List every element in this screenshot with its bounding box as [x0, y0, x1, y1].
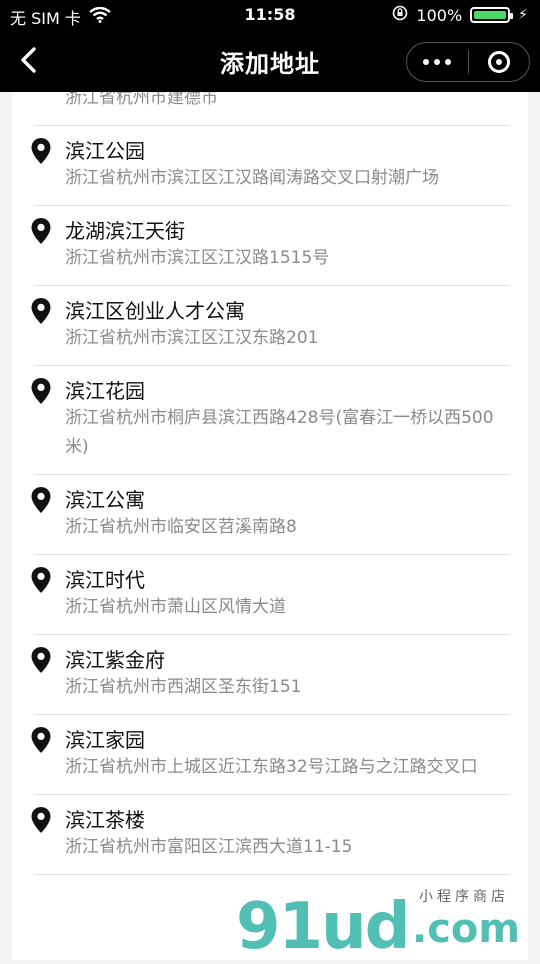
location-pin-icon	[30, 486, 52, 514]
orientation-lock-icon	[392, 5, 408, 25]
location-pin-icon	[30, 377, 52, 405]
more-dots-icon	[423, 59, 452, 65]
place-address: 浙江省杭州市临安区苕溪南路8	[65, 517, 297, 537]
place-name: 滨江区创业人才公寓	[65, 299, 245, 323]
status-bar: 无 SIM 卡 11:58 100% ⚡	[0, 0, 540, 30]
close-mini-program-button[interactable]	[469, 43, 530, 81]
navigation-bar: 添加地址	[0, 30, 540, 92]
place-item[interactable]: 龙湖滨江天街浙江省杭州市滨江区江汉路1515号	[31, 206, 510, 286]
place-item[interactable]: 滨江花园浙江省杭州市桐庐县滨江西路428号(富春江一桥以西500米)	[31, 366, 510, 475]
place-item[interactable]: 滨江公园浙江省杭州市滨江区江汉路闻涛路交叉口射潮广场	[31, 126, 510, 206]
location-pin-icon	[30, 217, 52, 245]
location-pin-icon	[30, 806, 52, 834]
place-address: 浙江省杭州市萧山区风情大道	[65, 597, 286, 617]
more-button[interactable]	[407, 43, 468, 81]
place-address: 浙江省杭州市富阳区江滨西大道11-15	[65, 837, 353, 857]
place-item[interactable]: 滨江区创业人才公寓浙江省杭州市滨江区江汉东路201	[31, 286, 510, 366]
place-address: 浙江省杭州市桐庐县滨江西路428号(富春江一桥以西500米)	[65, 408, 494, 457]
place-address: 浙江省杭州市滨江区江汉东路201	[65, 328, 319, 348]
place-item[interactable]: 滨江家园浙江省杭州市上城区近江东路32号江路与之江路交叉口	[31, 715, 510, 795]
location-pin-icon	[30, 137, 52, 165]
place-name: 龙湖滨江天街	[65, 219, 185, 243]
place-name: 滨江时代	[65, 568, 145, 592]
place-name: 滨江公寓	[65, 488, 145, 512]
place-name: 滨江花园	[65, 379, 145, 403]
location-pin-icon	[30, 726, 52, 754]
place-name: 滨江家园	[65, 728, 145, 752]
battery-icon	[470, 7, 514, 23]
place-item[interactable]: 滨江公寓浙江省杭州市临安区苕溪南路8	[31, 475, 510, 555]
place-name: 滨江紫金府	[65, 648, 165, 672]
location-pin-icon	[30, 297, 52, 325]
place-item[interactable]: 滨江紫金府浙江省杭州市西湖区圣东街151	[31, 635, 510, 715]
target-circle-icon	[487, 51, 510, 73]
place-address: 浙江省杭州市西湖区圣东街151	[65, 677, 302, 697]
place-list[interactable]: 浙江省杭州市建德市滨江公园浙江省杭州市滨江区江汉路闻涛路交叉口射潮广场龙湖滨江天…	[12, 92, 528, 960]
place-address: 浙江省杭州市滨江区江汉路1515号	[65, 248, 330, 268]
status-right: 100% ⚡	[392, 5, 528, 25]
place-address: 浙江省杭州市滨江区江汉路闻涛路交叉口射潮广场	[65, 168, 439, 188]
place-item[interactable]: 滨江茶楼浙江省杭州市富阳区江滨西大道11-15	[31, 795, 510, 875]
place-address: 浙江省杭州市上城区近江东路32号江路与之江路交叉口	[65, 757, 478, 777]
place-name: 滨江公园	[65, 139, 145, 163]
place-item[interactable]: 滨江时代浙江省杭州市萧山区风情大道	[31, 555, 510, 635]
place-name: 滨江茶楼	[65, 808, 145, 832]
location-pin-icon	[30, 646, 52, 674]
place-item[interactable]: 浙江省杭州市建德市	[34, 92, 510, 126]
battery-percent: 100%	[416, 5, 463, 25]
mini-program-capsule	[406, 42, 530, 82]
top-bar: 无 SIM 卡 11:58 100% ⚡ 添加地址	[0, 0, 540, 92]
charging-icon: ⚡	[518, 7, 528, 23]
place-address: 浙江省杭州市建德市	[65, 92, 218, 108]
location-pin-icon	[30, 566, 52, 594]
